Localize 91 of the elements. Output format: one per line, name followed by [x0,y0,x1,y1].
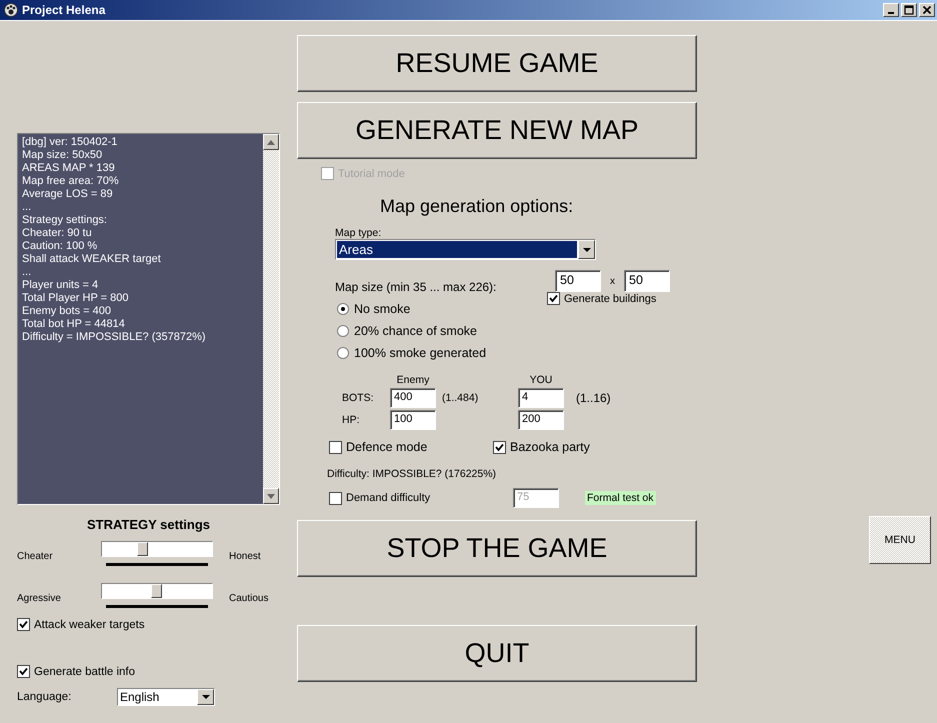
slider-thumb[interactable] [136,542,148,556]
log-line: Strategy settings: [22,214,108,227]
radio-option[interactable]: No smoke [337,302,555,316]
checkbox-label: Bazooka party [510,440,590,454]
language-label: Language: [17,691,72,703]
radio-button[interactable] [337,303,349,315]
radio-option[interactable]: 20% chance of smoke [337,324,555,338]
checkbox-label: Demand difficulty [346,492,430,504]
column-heading: YOU [528,374,554,386]
language-dropdown[interactable]: English [117,688,215,706]
checkbox-label: Generate buildings [564,292,656,304]
close-button[interactable] [919,3,935,17]
map-width-field[interactable]: 50 [555,270,601,292]
player-hp-field[interactable]: 200 [518,410,564,430]
checkbox-label: Defence mode [346,440,428,454]
minimize-icon [888,12,894,14]
range-hint: (1..16) [575,391,612,405]
log-line: Map free area: 70% [22,175,120,188]
stop-game-button[interactable]: STOP THE GAME [297,520,697,577]
enemy-bots-field[interactable]: 400 [390,388,436,408]
section-heading: Map generation options: [380,196,574,217]
log-line: Shall attack WEAKER target [22,253,162,266]
scrollbar[interactable] [263,134,279,504]
radio-label: 100% smoke generated [354,346,486,360]
radio-button[interactable] [337,347,349,359]
status-badge: Formal test ok [585,491,656,505]
log-line: Average LOS = 89 [22,188,114,201]
map-height-field[interactable]: 50 [624,270,670,292]
map-type-label: Map type: [335,227,382,239]
log-line: Difficulty = IMPOSSIBLE? (357872%) [22,331,207,344]
paw-icon [4,3,18,17]
checkbox[interactable]: Bazooka party [493,440,657,454]
slider-label: Cautious [229,592,268,604]
window-title: Project Helena [22,3,106,17]
log-line: Enemy bots = 400 [22,305,112,318]
log-line: Player units = 4 [22,279,100,292]
minimize-button[interactable] [883,3,899,17]
slider-label: Agressive [17,592,62,604]
slider-label: Cheater [17,550,54,562]
checkbox-box[interactable] [17,665,30,678]
enemy-hp-field[interactable]: 100 [390,410,436,430]
slider-label: Honest [229,550,261,562]
hp-label: HP: [341,414,361,426]
log-line: ... [22,266,32,279]
checkbox-box[interactable] [329,440,342,454]
checkbox[interactable]: Generate buildings [547,292,670,305]
bots-label: BOTS: [341,392,375,404]
checkbox-box[interactable] [17,618,30,631]
player-units-field[interactable]: 4 [518,388,564,408]
close-icon [922,5,932,15]
range-hint: (1..484) [441,392,480,404]
checkbox-box[interactable] [329,492,342,504]
difficulty-text: Difficulty: IMPOSSIBLE? (176225%) [327,468,498,480]
log-line: AREAS MAP * 139 [22,162,116,175]
log-line: Map size: 50x50 [22,149,104,162]
up-arrow-icon [267,140,275,144]
log-line: Cheater: 90 tu [22,227,93,240]
generate-map-button[interactable]: GENERATE NEW MAP [297,102,697,159]
checkbox-box[interactable] [493,440,506,454]
log-line: [dbg] ver: 150402-1 [22,136,118,149]
radio-label: No smoke [354,302,410,316]
log-line: Total Player HP = 800 [22,292,130,305]
map-type-dropdown[interactable]: Areas [335,239,596,260]
checkbox[interactable]: Demand difficulty [329,492,513,504]
section-heading: STRATEGY settings [86,517,212,532]
checkbox-box[interactable] [547,292,560,305]
log-line: Total bot HP = 44814 [22,318,126,331]
resume-game-button[interactable]: RESUME GAME [297,35,697,92]
map-size-label: Map size (min 35 ... max 226): [335,280,498,294]
times-sign: x [609,276,616,286]
checkbox[interactable]: Attack weaker targets [17,618,297,631]
checkbox[interactable]: Defence mode [329,440,493,454]
dropdown-arrow-icon [202,695,210,699]
dropdown-arrow-icon [582,248,590,252]
menu-button[interactable]: MENU [869,516,931,564]
slider-thumb[interactable] [151,584,162,598]
log-line: Caution: 100 % [22,240,98,253]
scroll-down-button[interactable] [263,488,279,504]
checkbox-label: Attack weaker targets [34,618,145,630]
maximize-button[interactable] [901,3,917,17]
checkbox-label: Generate battle info [34,666,136,678]
quit-button[interactable]: QUIT [297,625,697,682]
radio-button[interactable] [337,325,349,337]
maximize-icon [904,5,914,15]
column-heading: Enemy [396,374,430,386]
radio-option[interactable]: 100% smoke generated [337,346,555,360]
down-arrow-icon [267,494,275,498]
log-line: ... [22,201,32,214]
radio-label: 20% chance of smoke [354,324,477,338]
checkbox[interactable]: Generate battle info [17,665,297,678]
scroll-up-button[interactable] [263,134,279,150]
